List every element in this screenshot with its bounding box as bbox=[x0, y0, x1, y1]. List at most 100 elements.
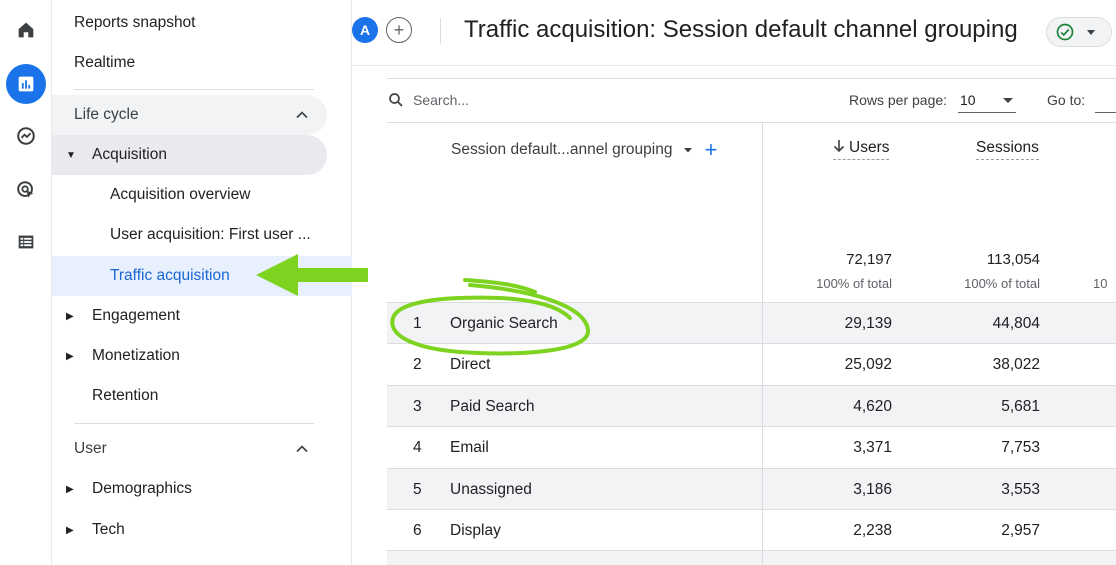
row-sessions: 44,804 bbox=[992, 315, 1040, 332]
caret-down-icon[interactable]: ▼ bbox=[66, 150, 76, 161]
search-input[interactable] bbox=[413, 92, 613, 108]
nav-label: Monetization bbox=[92, 347, 180, 364]
row-sessions: 2,957 bbox=[1001, 522, 1040, 539]
nav-user-acquisition[interactable]: User acquisition: First user ... bbox=[110, 215, 311, 255]
table-row[interactable]: 1 Organic Search 29,139 44,804 bbox=[387, 303, 1116, 345]
go-to-label: Go to: bbox=[1047, 92, 1086, 108]
search-icon bbox=[389, 93, 403, 107]
check-circle-icon bbox=[1056, 23, 1074, 41]
header-divider bbox=[440, 18, 441, 44]
rows-per-page-value: 10 bbox=[960, 91, 976, 108]
chevron-up-icon[interactable] bbox=[292, 439, 312, 459]
section-user-header[interactable]: User bbox=[74, 429, 107, 469]
advertising-icon[interactable] bbox=[6, 170, 46, 210]
caret-right-icon[interactable]: ▶ bbox=[66, 484, 74, 495]
table-row[interactable]: 4 Email 3,371 7,753 bbox=[387, 427, 1116, 469]
table-row[interactable]: 5 Unassigned 3,186 3,553 bbox=[387, 468, 1116, 510]
configure-icon[interactable] bbox=[6, 222, 46, 262]
sessions-total-percent: 100% of total bbox=[964, 276, 1040, 291]
caret-right-icon[interactable]: ▶ bbox=[66, 351, 74, 362]
report-status-dropdown[interactable] bbox=[1046, 17, 1112, 47]
dimension-header-label: Session default...annel grouping bbox=[451, 141, 673, 158]
add-comparison-button[interactable]: + bbox=[386, 17, 412, 43]
nav-monetization[interactable]: Monetization bbox=[92, 336, 180, 376]
nav-traffic-acquisition-label: Traffic acquisition bbox=[110, 256, 230, 296]
table-row[interactable]: 2 Direct 25,092 38,022 bbox=[387, 344, 1116, 386]
nav-label: Tech bbox=[92, 521, 125, 538]
row-index: 4 bbox=[413, 439, 422, 457]
nav-label: Life cycle bbox=[74, 106, 139, 123]
reports-icon[interactable] bbox=[6, 64, 46, 104]
row-index: 5 bbox=[413, 480, 422, 498]
table-search bbox=[387, 91, 613, 109]
dropdown-arrow-icon bbox=[1087, 30, 1095, 35]
icon-rail bbox=[0, 0, 52, 565]
nav-reports-snapshot[interactable]: Reports snapshot bbox=[74, 3, 196, 43]
nav-acquisition-label: Acquisition bbox=[92, 135, 167, 175]
users-column-header[interactable]: Users bbox=[833, 139, 890, 160]
home-icon[interactable] bbox=[6, 10, 46, 50]
nav-retention[interactable]: Retention bbox=[92, 376, 158, 416]
sessions-header-label: Sessions bbox=[976, 139, 1039, 156]
row-channel: Email bbox=[450, 439, 489, 457]
table-row[interactable]: 3 Paid Search 4,620 5,681 bbox=[387, 385, 1116, 428]
rows-per-page-select[interactable]: 10 bbox=[958, 87, 1016, 113]
row-sessions: 38,022 bbox=[992, 356, 1040, 374]
go-to-input[interactable] bbox=[1095, 87, 1116, 113]
table-toolbar: Rows per page: 10 Go to: bbox=[387, 79, 1116, 123]
sessions-column-header[interactable]: Sessions bbox=[976, 139, 1039, 160]
row-sessions: 7,753 bbox=[1001, 439, 1040, 457]
caret-right-icon[interactable]: ▶ bbox=[66, 311, 74, 322]
explore-icon[interactable] bbox=[6, 116, 46, 156]
row-index: 6 bbox=[413, 522, 422, 539]
table-header: Session default...annel grouping + Users… bbox=[387, 123, 1116, 303]
users-total-percent: 100% of total bbox=[816, 276, 892, 291]
row-index: 1 bbox=[413, 315, 422, 332]
nav-label: Acquisition bbox=[92, 146, 167, 163]
nav-demographics[interactable]: Demographics bbox=[92, 469, 192, 509]
row-channel: Paid Search bbox=[450, 397, 535, 415]
nav-divider bbox=[74, 423, 314, 424]
nav-label: Demographics bbox=[92, 480, 192, 497]
rows-per-page-label: Rows per page: bbox=[849, 92, 948, 108]
row-users: 3,186 bbox=[853, 480, 892, 498]
row-channel: Direct bbox=[450, 356, 491, 374]
comparison-avatar[interactable]: A bbox=[352, 17, 378, 43]
report-navigation: Reports snapshot Realtime Life cycle ▼ A… bbox=[52, 0, 352, 565]
caret-right-icon[interactable]: ▶ bbox=[66, 525, 74, 536]
sessions-total: 113,054 bbox=[986, 251, 1040, 268]
add-dimension-button[interactable]: + bbox=[704, 139, 717, 161]
table-row[interactable]: 6 Display 2,238 2,957 bbox=[387, 510, 1116, 552]
row-index: 3 bbox=[413, 397, 422, 415]
nav-acquisition-overview[interactable]: Acquisition overview bbox=[110, 175, 250, 215]
data-table-card: Rows per page: 10 Go to: Session default… bbox=[387, 78, 1116, 565]
row-users: 25,092 bbox=[844, 356, 892, 374]
nav-label: Reports snapshot bbox=[74, 14, 196, 31]
report-header: A + Traffic acquisition: Session default… bbox=[352, 0, 1116, 66]
nav-engagement[interactable]: Engagement bbox=[92, 296, 180, 336]
nav-divider bbox=[74, 89, 314, 90]
nav-label: Realtime bbox=[74, 54, 136, 71]
row-channel: Organic Search bbox=[450, 315, 558, 332]
dimension-column-header[interactable]: Session default...annel grouping + bbox=[451, 139, 717, 161]
next-column-total-percent-clipped: 10 bbox=[1093, 276, 1108, 291]
row-users: 2,238 bbox=[853, 522, 892, 539]
users-total: 72,197 bbox=[846, 251, 892, 268]
row-index: 2 bbox=[413, 356, 422, 374]
nav-label: User acquisition: First user ... bbox=[110, 226, 311, 243]
column-divider bbox=[762, 123, 763, 565]
dropdown-arrow-icon[interactable] bbox=[682, 144, 694, 156]
arrow-down-icon bbox=[833, 140, 845, 153]
row-sessions: 5,681 bbox=[1001, 397, 1040, 415]
row-users: 29,139 bbox=[844, 315, 892, 332]
section-lifecycle-label: Life cycle bbox=[74, 95, 139, 135]
nav-tech[interactable]: Tech bbox=[92, 510, 125, 550]
nav-label: Acquisition overview bbox=[110, 186, 251, 203]
row-sessions: 3,553 bbox=[1001, 480, 1040, 498]
nav-realtime[interactable]: Realtime bbox=[74, 43, 135, 83]
chevron-up-icon[interactable] bbox=[292, 105, 312, 125]
page-title: Traffic acquisition: Session default cha… bbox=[464, 16, 1018, 43]
table-row-partial[interactable] bbox=[387, 551, 1116, 565]
nav-label: User bbox=[74, 440, 107, 457]
row-users: 3,371 bbox=[853, 439, 892, 457]
